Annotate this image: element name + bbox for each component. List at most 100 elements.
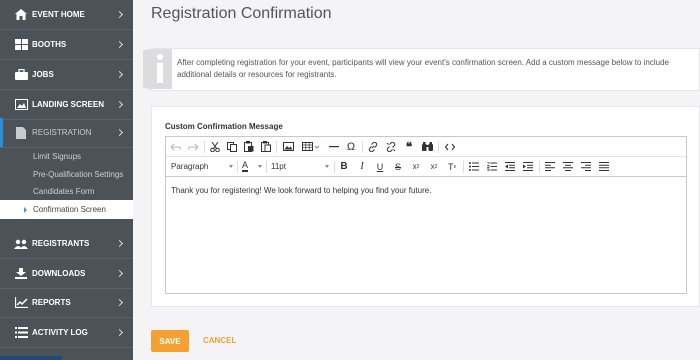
toolbar-separator (438, 141, 439, 153)
superscript-icon[interactable]: x2 (426, 159, 442, 174)
unlink-icon[interactable] (383, 139, 399, 154)
font-size-dropdown[interactable]: 11pt (271, 159, 329, 174)
sub-item-candidates-form[interactable]: Candidates Form (33, 187, 94, 196)
indent-icon[interactable] (520, 159, 536, 174)
booths-icon (14, 39, 28, 51)
toolbar-separator (362, 141, 363, 153)
sub-item-limit-signups[interactable]: Limit Signups (33, 152, 81, 161)
save-button[interactable]: SAVE (151, 330, 189, 352)
chevron-right-icon (115, 269, 124, 278)
sidebar-item-event-home[interactable]: EVENT HOME (0, 0, 133, 30)
toolbar-separator (463, 161, 464, 173)
sidebar-item-activity-log[interactable]: ACTIVITY LOG (0, 318, 133, 348)
sidebar-item-label: JOBS (32, 70, 54, 79)
info-icon (131, 49, 172, 89)
sub-item-label: Confirmation Screen (33, 205, 106, 214)
sidebar-item-label: DOWNLOADS (32, 269, 86, 278)
image-icon (14, 99, 28, 111)
source-code-icon[interactable] (442, 139, 458, 154)
sidebar-item-label: LANDING SCREEN (32, 100, 105, 109)
sub-item-confirmation-screen[interactable]: Confirmation Screen (0, 200, 133, 219)
chevron-right-icon (115, 239, 124, 248)
clear-formatting-icon[interactable]: Tx (444, 159, 460, 174)
numbered-list-icon[interactable] (484, 159, 500, 174)
cancel-button[interactable]: CANCEL (203, 336, 236, 345)
sidebar-item-label: REGISTRANTS (32, 239, 90, 248)
paste-icon[interactable] (241, 139, 257, 154)
font-color-dropdown[interactable]: A (242, 159, 262, 174)
chevron-down-icon (258, 165, 262, 168)
sidebar-item-label: REGISTRATION (32, 128, 92, 137)
sidebar-item-landing-screen[interactable]: LANDING SCREEN (0, 90, 133, 120)
chevron-down-icon (325, 165, 329, 168)
insert-image-icon[interactable] (280, 139, 296, 154)
chevron-right-icon (115, 70, 124, 79)
font-size-value: 11pt (271, 162, 286, 171)
document-icon (14, 126, 28, 139)
cut-icon[interactable] (207, 139, 223, 154)
editor-toolbar-row-1: Ω ❝ (166, 137, 686, 157)
toolbar-separator (539, 161, 540, 173)
sidebar-item-downloads[interactable]: DOWNLOADS (0, 259, 133, 289)
editor-content[interactable]: Thank you for registering! We look forwa… (171, 186, 431, 195)
chevron-right-icon (115, 328, 124, 337)
align-right-icon[interactable] (578, 159, 594, 174)
undo-icon[interactable] (168, 139, 184, 154)
field-label: Custom Confirmation Message (165, 122, 283, 131)
paste-text-icon[interactable] (258, 139, 274, 154)
sidebar-bottom-bar (0, 356, 62, 360)
special-character-icon[interactable]: Ω (343, 139, 359, 154)
sidebar-item-registration[interactable]: REGISTRATION (0, 118, 133, 148)
info-text: After completing registration for your e… (177, 58, 669, 79)
home-icon (14, 9, 28, 21)
toolbar-separator (276, 141, 277, 153)
toolbar-separator (334, 161, 335, 173)
align-justify-icon[interactable] (596, 159, 612, 174)
copy-icon[interactable] (224, 139, 240, 154)
editor-toolbar-row-2: Paragraph A 11pt B I U S x2 x2 Tx (166, 157, 686, 177)
briefcase-icon (14, 69, 28, 81)
chevron-right-icon (115, 128, 124, 137)
bullet-list-icon[interactable] (466, 159, 482, 174)
align-left-icon[interactable] (542, 159, 558, 174)
font-color-icon: A (242, 160, 249, 172)
sidebar-item-label: BOOTHS (32, 40, 67, 49)
strikethrough-icon[interactable]: S (390, 159, 406, 174)
outdent-icon[interactable] (502, 159, 518, 174)
sidebar-item-label: REPORTS (32, 298, 71, 307)
align-center-icon[interactable] (560, 159, 576, 174)
sidebar-item-registrants[interactable]: REGISTRANTS (0, 229, 133, 259)
link-icon[interactable] (365, 139, 381, 154)
list-icon (14, 327, 28, 339)
chart-icon (14, 297, 28, 309)
horizontal-rule-icon[interactable] (326, 139, 342, 154)
table-icon[interactable] (300, 139, 322, 154)
redo-icon[interactable] (185, 139, 201, 154)
find-replace-icon[interactable] (419, 139, 435, 154)
sidebar-item-reports[interactable]: REPORTS (0, 288, 133, 318)
chevron-down-icon (229, 165, 233, 168)
chevron-right-icon (115, 40, 124, 49)
sidebar-item-label: EVENT HOME (32, 10, 85, 19)
sidebar: EVENT HOME BOOTHS JOBS LANDING SCREEN RE… (0, 0, 133, 360)
sidebar-item-jobs[interactable]: JOBS (0, 60, 133, 90)
caret-right-icon (24, 207, 27, 213)
chevron-right-icon (115, 10, 124, 19)
bold-icon[interactable]: B (336, 159, 352, 174)
italic-icon[interactable]: I (354, 159, 370, 174)
page-title: Registration Confirmation (151, 5, 332, 22)
blockquote-icon[interactable]: ❝ (401, 139, 417, 154)
download-icon (14, 268, 28, 280)
chevron-right-icon (115, 100, 124, 109)
chevron-right-icon (115, 298, 124, 307)
block-format-value: Paragraph (171, 162, 209, 171)
sidebar-item-booths[interactable]: BOOTHS (0, 30, 133, 60)
block-format-dropdown[interactable]: Paragraph (171, 159, 233, 174)
toolbar-separator (204, 141, 205, 153)
toolbar-separator (266, 161, 267, 173)
subscript-icon[interactable]: x2 (408, 159, 424, 174)
underline-icon[interactable]: U (372, 159, 388, 174)
users-icon (14, 238, 28, 250)
toolbar-separator (237, 161, 238, 173)
sub-item-pre-qualification[interactable]: Pre-Qualification Settings (33, 170, 123, 179)
